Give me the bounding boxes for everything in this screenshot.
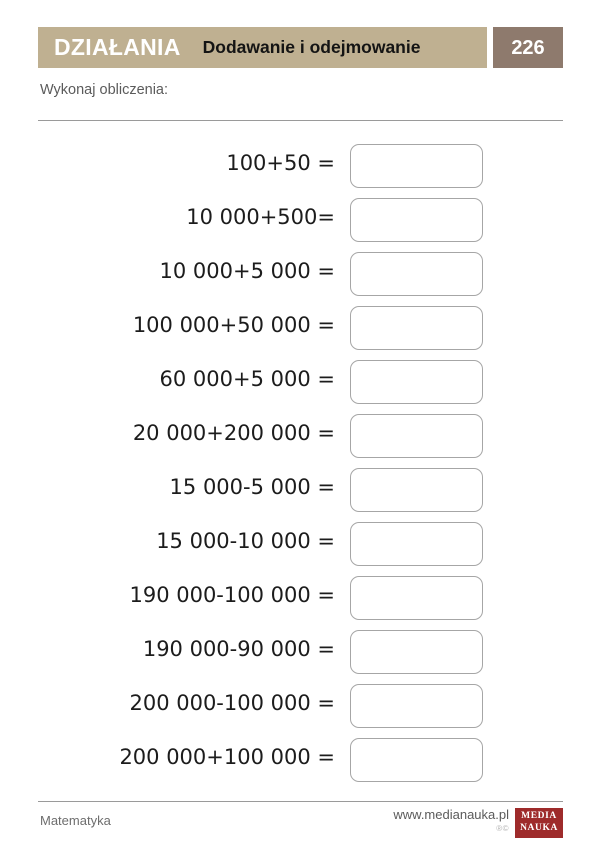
exercise-row: 200 000+100 000 = — [0, 734, 600, 788]
answer-input-box[interactable] — [350, 468, 483, 512]
logo-line-media: MEDIA — [521, 811, 557, 822]
exercise-row: 190 000-100 000 = — [0, 572, 600, 626]
exercise-expression: 190 000-100 000 = — [129, 583, 335, 607]
exercise-row: 100+50 = — [0, 140, 600, 194]
exercise-row: 200 000-100 000 = — [0, 680, 600, 734]
answer-input-box[interactable] — [350, 414, 483, 458]
exercise-row: 10 000+5 000 = — [0, 248, 600, 302]
exercise-row: 15 000-10 000 = — [0, 518, 600, 572]
footer-subject-label: Matematyka — [40, 813, 111, 828]
header-topic-label: Dodawanie i odejmowanie — [202, 36, 421, 57]
answer-input-box[interactable] — [350, 252, 483, 296]
logo-line-nauka: NAUKA — [520, 823, 558, 833]
footer-branding: www.medianauka.pl ®© MEDIA NAUKA — [393, 807, 563, 838]
answer-input-box[interactable] — [350, 684, 483, 728]
exercise-expression: 100 000+50 000 = — [132, 313, 335, 337]
footer-url-group: www.medianauka.pl ®© — [393, 807, 509, 834]
page-header: DZIAŁANIA Dodawanie i odejmowanie 226 — [38, 27, 563, 68]
exercise-expression: 15 000-10 000 = — [156, 529, 335, 553]
exercise-expression: 200 000+100 000 = — [119, 745, 335, 769]
exercise-expression: 15 000-5 000 = — [169, 475, 335, 499]
exercise-row: 15 000-5 000 = — [0, 464, 600, 518]
exercise-row: 20 000+200 000 = — [0, 410, 600, 464]
medianauka-logo: MEDIA NAUKA — [515, 808, 563, 838]
exercise-expression: 10 000+5 000 = — [159, 259, 335, 283]
answer-input-box[interactable] — [350, 306, 483, 350]
page-number-badge: 226 — [493, 27, 563, 68]
exercise-expression: 200 000-100 000 = — [129, 691, 335, 715]
exercise-expression: 20 000+200 000 = — [132, 421, 335, 445]
answer-input-box[interactable] — [350, 522, 483, 566]
answer-input-box[interactable] — [350, 576, 483, 620]
exercise-row: 10 000+500= — [0, 194, 600, 248]
exercise-list: 100+50 = 10 000+500= 10 000+5 000 = 100 … — [0, 140, 600, 788]
exercise-row: 100 000+50 000 = — [0, 302, 600, 356]
exercise-expression: 10 000+500= — [186, 205, 335, 229]
footer-divider — [38, 801, 563, 802]
header-divider — [38, 120, 563, 121]
header-category-label: DZIAŁANIA — [54, 34, 181, 60]
exercise-row: 190 000-90 000 = — [0, 626, 600, 680]
answer-input-box[interactable] — [350, 360, 483, 404]
exercise-expression: 100+50 = — [226, 151, 335, 175]
exercise-expression: 60 000+5 000 = — [159, 367, 335, 391]
answer-input-box[interactable] — [350, 198, 483, 242]
answer-input-box[interactable] — [350, 630, 483, 674]
header-title-bar: DZIAŁANIA Dodawanie i odejmowanie — [38, 27, 487, 68]
answer-input-box[interactable] — [350, 738, 483, 782]
exercise-expression: 190 000-90 000 = — [142, 637, 335, 661]
footer-website-link[interactable]: www.medianauka.pl — [393, 807, 509, 822]
instruction-text: Wykonaj obliczenia: — [40, 82, 169, 98]
page-number-label: 226 — [511, 36, 545, 59]
worksheet-page: DZIAŁANIA Dodawanie i odejmowanie 226 Wy… — [0, 0, 600, 848]
exercise-row: 60 000+5 000 = — [0, 356, 600, 410]
footer-trademark-marks: ®© — [496, 824, 509, 834]
answer-input-box[interactable] — [350, 144, 483, 188]
